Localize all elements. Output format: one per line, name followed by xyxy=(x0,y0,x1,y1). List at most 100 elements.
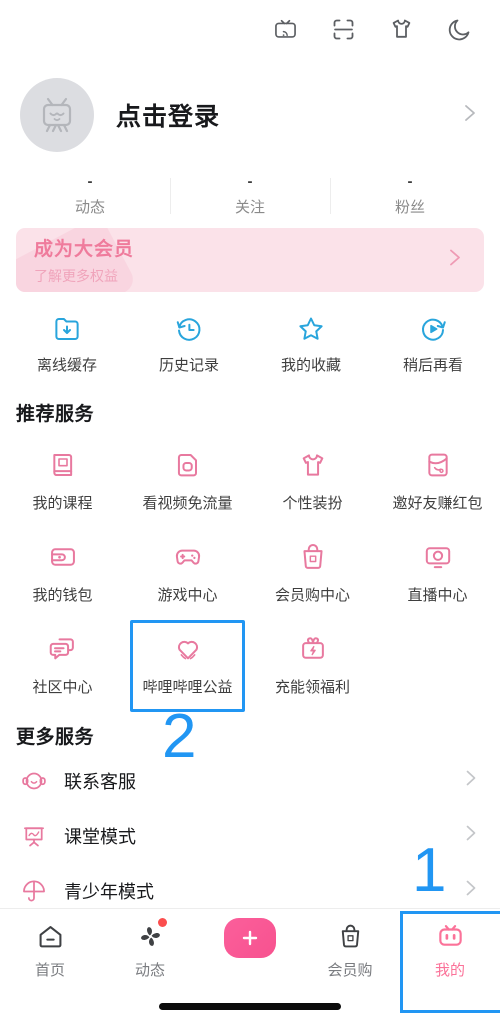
tab-mine[interactable]: 我的 xyxy=(400,911,500,1013)
moon-dark-mode-icon[interactable] xyxy=(444,14,474,44)
profile-stats-row: - 动态 - 关注 - 粉丝 xyxy=(0,164,500,224)
tab-label: 首页 xyxy=(34,962,65,979)
course-book-icon xyxy=(47,447,79,483)
quick-action-label: 离线缓存 xyxy=(36,357,97,374)
tab-label: 我的 xyxy=(434,962,465,979)
bottom-tab-bar: 首页 动态 会员购 我的 xyxy=(0,908,500,1016)
chevron-right-icon[interactable] xyxy=(462,820,480,851)
tab-label: 会员购 xyxy=(327,962,373,979)
service-bilibili-charity[interactable]: 哔哩哔哩公益 xyxy=(125,618,250,712)
sim-card-icon xyxy=(172,447,204,483)
service-member-shop-center[interactable]: 会员购中心 xyxy=(250,526,375,618)
service-my-courses[interactable]: 我的课程 xyxy=(0,434,125,526)
history-clock-icon xyxy=(174,310,204,344)
default-avatar[interactable] xyxy=(20,78,94,152)
watch-later-icon xyxy=(418,310,448,344)
profile-chevron-icon[interactable] xyxy=(460,98,480,133)
vip-banner-wrapper: 成为大会员 了解更多权益 xyxy=(0,224,500,292)
tab-dynamic[interactable]: 动态 xyxy=(100,918,200,980)
home-icon xyxy=(36,919,65,953)
pinwheel-dynamic-icon xyxy=(136,918,167,953)
list-item-contact-support[interactable]: 联系客服 xyxy=(0,753,500,808)
tab-label: 动态 xyxy=(134,962,165,979)
stat-label: 粉丝 xyxy=(394,198,425,216)
stat-value: - xyxy=(87,172,93,190)
list-item-label: 青少年模式 xyxy=(64,881,154,902)
service-label: 直播中心 xyxy=(407,587,468,604)
tab-home[interactable]: 首页 xyxy=(0,919,100,980)
service-empty-slot xyxy=(375,618,500,710)
gamepad-icon xyxy=(172,539,204,575)
live-broadcast-icon xyxy=(422,539,454,575)
chevron-right-icon[interactable] xyxy=(462,875,480,906)
login-prompt-text[interactable]: 点击登录 xyxy=(116,97,220,133)
service-free-data-video[interactable]: 看视频免流量 xyxy=(125,434,250,526)
charge-gift-icon xyxy=(297,631,329,667)
service-invite-friends-red-packet[interactable]: 邀好友赚红包 xyxy=(375,434,500,526)
vip-banner[interactable]: 成为大会员 了解更多权益 xyxy=(16,228,484,292)
heart-charity-icon xyxy=(172,631,204,667)
wallet-icon xyxy=(47,539,79,575)
quick-action-label: 稍后再看 xyxy=(402,357,463,374)
profile-login-row[interactable]: 点击登录 xyxy=(0,58,500,164)
stat-value: - xyxy=(407,172,413,190)
tab-member-shop[interactable]: 会员购 xyxy=(300,919,400,980)
stat-value: - xyxy=(247,172,253,190)
service-my-wallet[interactable]: 我的钱包 xyxy=(0,526,125,618)
quick-action-label: 我的收藏 xyxy=(280,357,341,374)
stat-item-following[interactable]: - 关注 xyxy=(170,172,330,217)
home-indicator xyxy=(159,1003,341,1010)
service-personal-dressup[interactable]: 个性装扮 xyxy=(250,434,375,526)
shopping-bag-icon xyxy=(297,539,329,575)
service-label: 充能领福利 xyxy=(274,679,350,696)
header-icon-bar xyxy=(0,0,500,58)
vip-banner-title: 成为大会员 xyxy=(34,239,135,260)
chat-bubbles-icon xyxy=(47,631,79,667)
star-favorite-icon xyxy=(296,310,326,344)
annotation-number-1: 1 xyxy=(412,836,447,905)
quick-action-history[interactable]: 历史记录 xyxy=(128,310,250,375)
scan-qr-icon[interactable] xyxy=(328,14,358,44)
stat-item-fans[interactable]: - 粉丝 xyxy=(330,172,490,217)
service-label: 哔哩哔哩公益 xyxy=(142,679,233,696)
service-community-center[interactable]: 社区中心 xyxy=(0,618,125,710)
quick-action-label: 历史记录 xyxy=(158,357,219,374)
service-label: 我的课程 xyxy=(32,495,93,512)
service-label: 游戏中心 xyxy=(157,587,218,604)
vip-banner-chevron-icon[interactable] xyxy=(446,244,464,277)
service-game-center[interactable]: 游戏中心 xyxy=(125,526,250,618)
plus-add-icon[interactable] xyxy=(224,918,276,958)
service-charge-rewards[interactable]: 充能领福利 xyxy=(250,618,375,710)
red-packet-icon xyxy=(422,447,454,483)
service-label: 看视频免流量 xyxy=(142,495,233,512)
tshirt-theme-icon[interactable] xyxy=(386,14,416,44)
service-label: 个性装扮 xyxy=(282,495,343,512)
chevron-right-icon[interactable] xyxy=(462,765,480,796)
tab-add-publish[interactable] xyxy=(200,918,300,964)
quick-action-offline-cache[interactable]: 离线缓存 xyxy=(6,310,128,375)
stat-label: 动态 xyxy=(74,198,105,216)
quick-action-favorites[interactable]: 我的收藏 xyxy=(250,310,372,375)
classroom-board-icon xyxy=(18,822,50,850)
tshirt-dressup-icon xyxy=(297,447,329,483)
stat-item-dynamic[interactable]: - 动态 xyxy=(10,172,170,217)
vip-banner-subtitle: 了解更多权益 xyxy=(34,268,118,284)
stat-label: 关注 xyxy=(234,198,265,216)
bilibili-tv-icon xyxy=(436,919,465,953)
cast-tv-icon[interactable] xyxy=(270,14,300,44)
service-label: 邀好友赚红包 xyxy=(392,495,483,512)
quick-action-watch-later[interactable]: 稍后再看 xyxy=(372,310,494,375)
notification-badge-dot xyxy=(157,918,167,927)
shopping-bag-icon xyxy=(336,919,365,953)
service-label: 我的钱包 xyxy=(32,587,93,604)
offline-download-icon xyxy=(52,310,82,344)
recommended-services-grid: 我的课程 看视频免流量 个性装扮 邀好友赚红包 我的钱包 游戏中心 会员购中心 … xyxy=(0,430,500,712)
list-item-label: 课堂模式 xyxy=(64,826,136,847)
headset-support-icon xyxy=(18,767,50,795)
service-label: 会员购中心 xyxy=(274,587,350,604)
service-label: 社区中心 xyxy=(32,679,93,696)
service-live-center[interactable]: 直播中心 xyxy=(375,526,500,618)
umbrella-teen-icon xyxy=(18,877,50,905)
annotation-number-2: 2 xyxy=(162,702,197,771)
quick-actions-row: 离线缓存 历史记录 我的收藏 稍后再看 xyxy=(0,292,500,387)
